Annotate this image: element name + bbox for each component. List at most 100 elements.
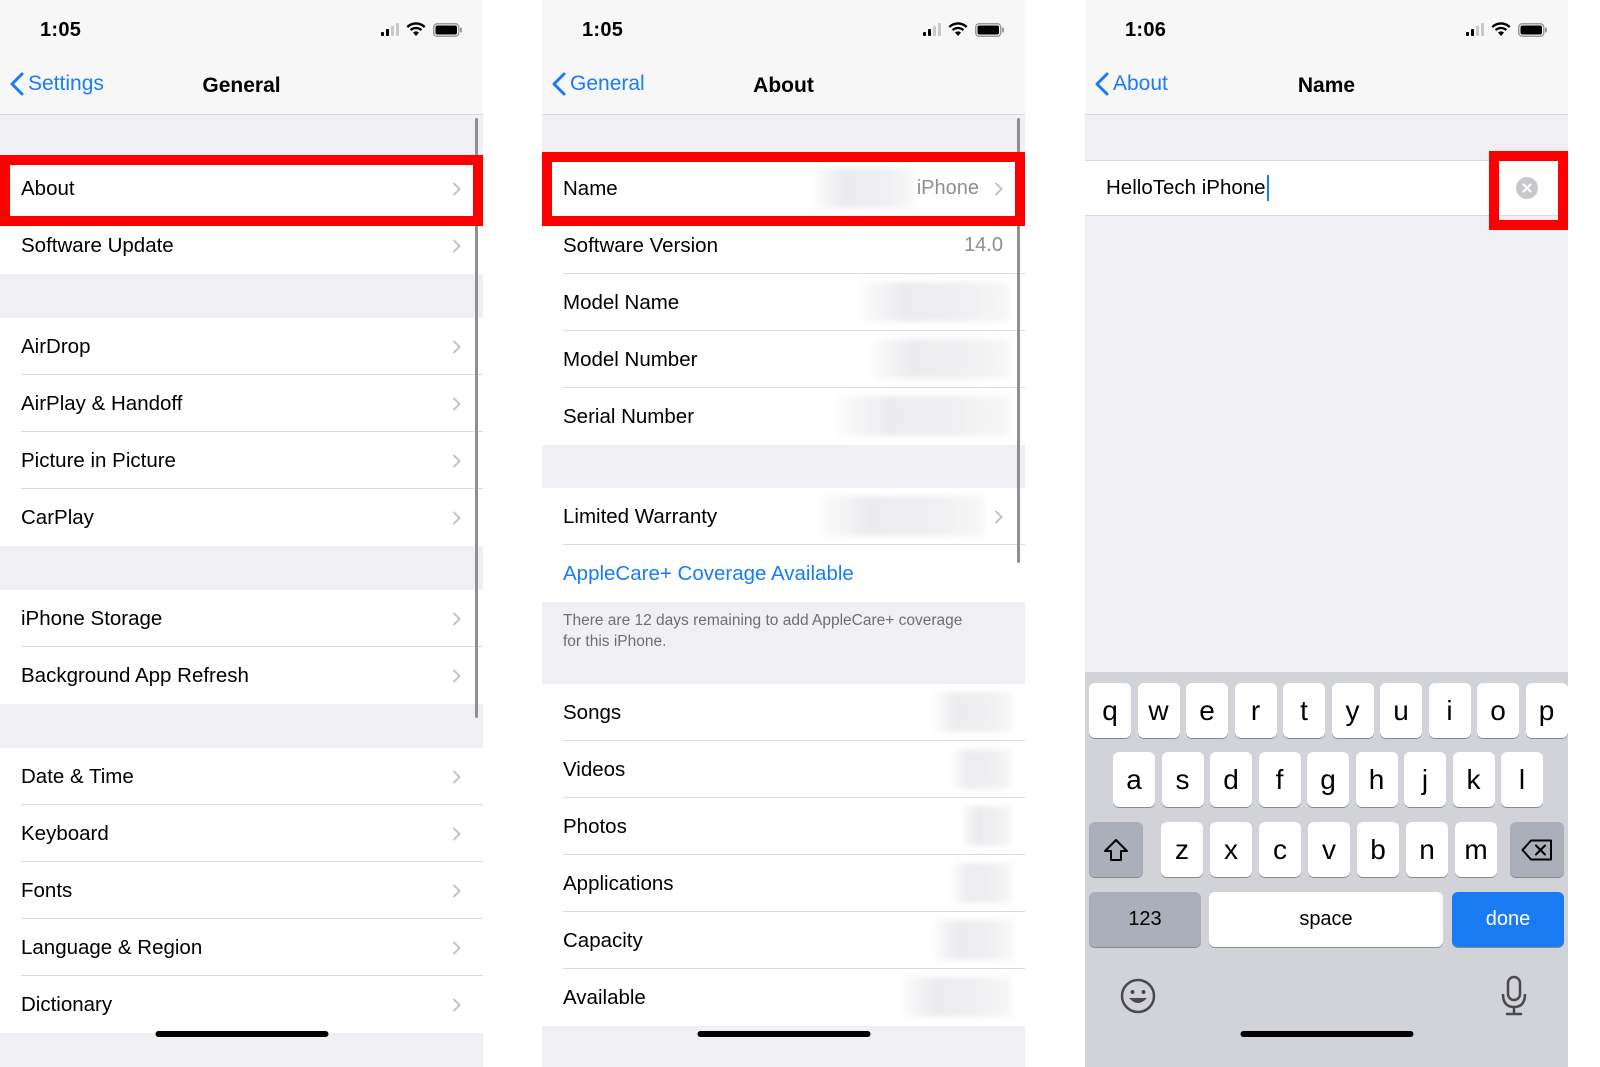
emoji-key[interactable] <box>1119 977 1159 1017</box>
list-item-limited-warranty[interactable]: Limited Warranty <box>542 488 1025 545</box>
battery-icon <box>433 22 462 37</box>
home-indicator[interactable] <box>1240 1031 1413 1037</box>
list-item-videos: Videos <box>542 741 1025 798</box>
list-item-fonts[interactable]: Fonts <box>0 862 483 919</box>
home-indicator[interactable] <box>155 1031 328 1037</box>
chevron-right-icon <box>452 181 461 196</box>
key-y[interactable]: y <box>1331 683 1374 738</box>
wifi-icon <box>1491 22 1511 36</box>
status-time: 1:06 <box>1125 19 1167 41</box>
status-time: 1:05 <box>582 19 624 41</box>
key-b[interactable]: b <box>1357 822 1399 877</box>
wifi-icon <box>406 22 426 36</box>
software-version-value: 14.0 <box>964 234 1003 256</box>
back-button[interactable]: General <box>552 72 645 96</box>
settings-group: About Software Update <box>0 160 483 274</box>
list-item-applications: Applications <box>542 855 1025 912</box>
key-p[interactable]: p <box>1525 683 1568 738</box>
settings-group: Date & Time Keyboard Fonts Language & Re… <box>0 748 483 1033</box>
key-f[interactable]: f <box>1258 752 1301 807</box>
home-indicator[interactable] <box>697 1031 870 1037</box>
key-o[interactable]: o <box>1477 683 1519 738</box>
key-l[interactable]: l <box>1501 752 1543 807</box>
key-u[interactable]: u <box>1380 683 1422 738</box>
list-item-software-update[interactable]: Software Update <box>0 217 483 274</box>
list-item-about[interactable]: About <box>0 160 483 217</box>
chevron-right-icon <box>452 510 461 525</box>
status-bar: 1:05 <box>542 0 1025 60</box>
device-name-input[interactable]: HelloTech iPhone <box>1085 160 1568 216</box>
emoji-icon <box>1120 978 1156 1014</box>
key-m[interactable]: m <box>1455 822 1497 877</box>
key-t[interactable]: t <box>1283 683 1325 738</box>
key-e[interactable]: e <box>1186 683 1228 738</box>
key-a[interactable]: a <box>1113 752 1155 807</box>
redacted-value <box>962 806 1012 846</box>
wifi-icon <box>948 22 968 36</box>
key-h[interactable]: h <box>1355 752 1398 807</box>
list-item-keyboard[interactable]: Keyboard <box>0 805 483 862</box>
list-item-date-time[interactable]: Date & Time <box>0 748 483 805</box>
chevron-right-icon <box>452 668 461 683</box>
key-g[interactable]: g <box>1307 752 1349 807</box>
scrollbar[interactable] <box>475 118 478 718</box>
list-item-picture-in-picture[interactable]: Picture in Picture <box>0 432 483 489</box>
list-item-iphone-storage[interactable]: iPhone Storage <box>0 590 483 647</box>
list-item-name[interactable]: Name iPhone <box>542 160 1025 217</box>
shift-icon <box>1104 838 1128 861</box>
battery-icon <box>975 22 1004 37</box>
applecare-link[interactable]: AppleCare+ Coverage Available <box>542 545 1025 602</box>
shift-key[interactable] <box>1089 822 1143 877</box>
back-button[interactable]: About <box>1095 72 1168 96</box>
list-item-background-app-refresh[interactable]: Background App Refresh <box>0 647 483 704</box>
key-d[interactable]: d <box>1210 752 1252 807</box>
dictation-key[interactable] <box>1500 975 1530 1019</box>
list-item-dictionary[interactable]: Dictionary <box>0 976 483 1033</box>
key-x[interactable]: x <box>1210 822 1252 877</box>
redacted-value <box>820 496 985 536</box>
list-item-carplay[interactable]: CarPlay <box>0 489 483 546</box>
clear-text-button[interactable] <box>1516 177 1538 199</box>
chevron-left-icon <box>1095 72 1109 96</box>
list-item-serial-number: Serial Number <box>542 388 1025 445</box>
back-label: About <box>1113 72 1168 95</box>
key-r[interactable]: r <box>1234 683 1277 738</box>
done-key[interactable]: done <box>1452 892 1564 947</box>
key-z[interactable]: z <box>1161 822 1203 877</box>
key-n[interactable]: n <box>1406 822 1448 877</box>
list-item-software-version: Software Version 14.0 <box>542 217 1025 274</box>
chevron-right-icon <box>452 769 461 784</box>
chevron-left-icon <box>10 72 24 96</box>
keyboard: qwertyuiop asdfghjkl zxcvbnm 123 space d… <box>1085 672 1568 1067</box>
key-v[interactable]: v <box>1308 822 1350 877</box>
key-w[interactable]: w <box>1137 683 1180 738</box>
delete-key[interactable] <box>1510 822 1564 877</box>
close-icon <box>1522 183 1532 193</box>
redacted-value <box>952 749 1012 789</box>
back-label: Settings <box>28 72 104 95</box>
scrollbar[interactable] <box>1017 118 1020 563</box>
name-value: iPhone <box>916 177 979 199</box>
key-q[interactable]: q <box>1089 683 1131 738</box>
chevron-right-icon <box>452 339 461 354</box>
key-s[interactable]: s <box>1161 752 1204 807</box>
cellular-signal-icon <box>923 23 941 36</box>
key-j[interactable]: j <box>1404 752 1446 807</box>
key-c[interactable]: c <box>1259 822 1301 877</box>
microphone-icon <box>1501 975 1527 1016</box>
backspace-icon <box>1521 839 1552 860</box>
key-k[interactable]: k <box>1452 752 1495 807</box>
numbers-key[interactable]: 123 <box>1089 892 1201 947</box>
chevron-right-icon <box>452 940 461 955</box>
space-key[interactable]: space <box>1209 892 1443 947</box>
list-item-capacity: Capacity <box>542 912 1025 969</box>
back-button[interactable]: Settings <box>10 72 104 96</box>
chevron-left-icon <box>552 72 566 96</box>
key-i[interactable]: i <box>1428 683 1471 738</box>
list-item-airplay-handoff[interactable]: AirPlay & Handoff <box>0 375 483 432</box>
list-item-language-region[interactable]: Language & Region <box>0 919 483 976</box>
status-time: 1:05 <box>40 19 82 41</box>
name-edit-screen: 1:06 About Name HelloTech iPhone qwertyu… <box>1085 0 1568 1067</box>
list-item-airdrop[interactable]: AirDrop <box>0 318 483 375</box>
cellular-signal-icon <box>381 23 399 36</box>
